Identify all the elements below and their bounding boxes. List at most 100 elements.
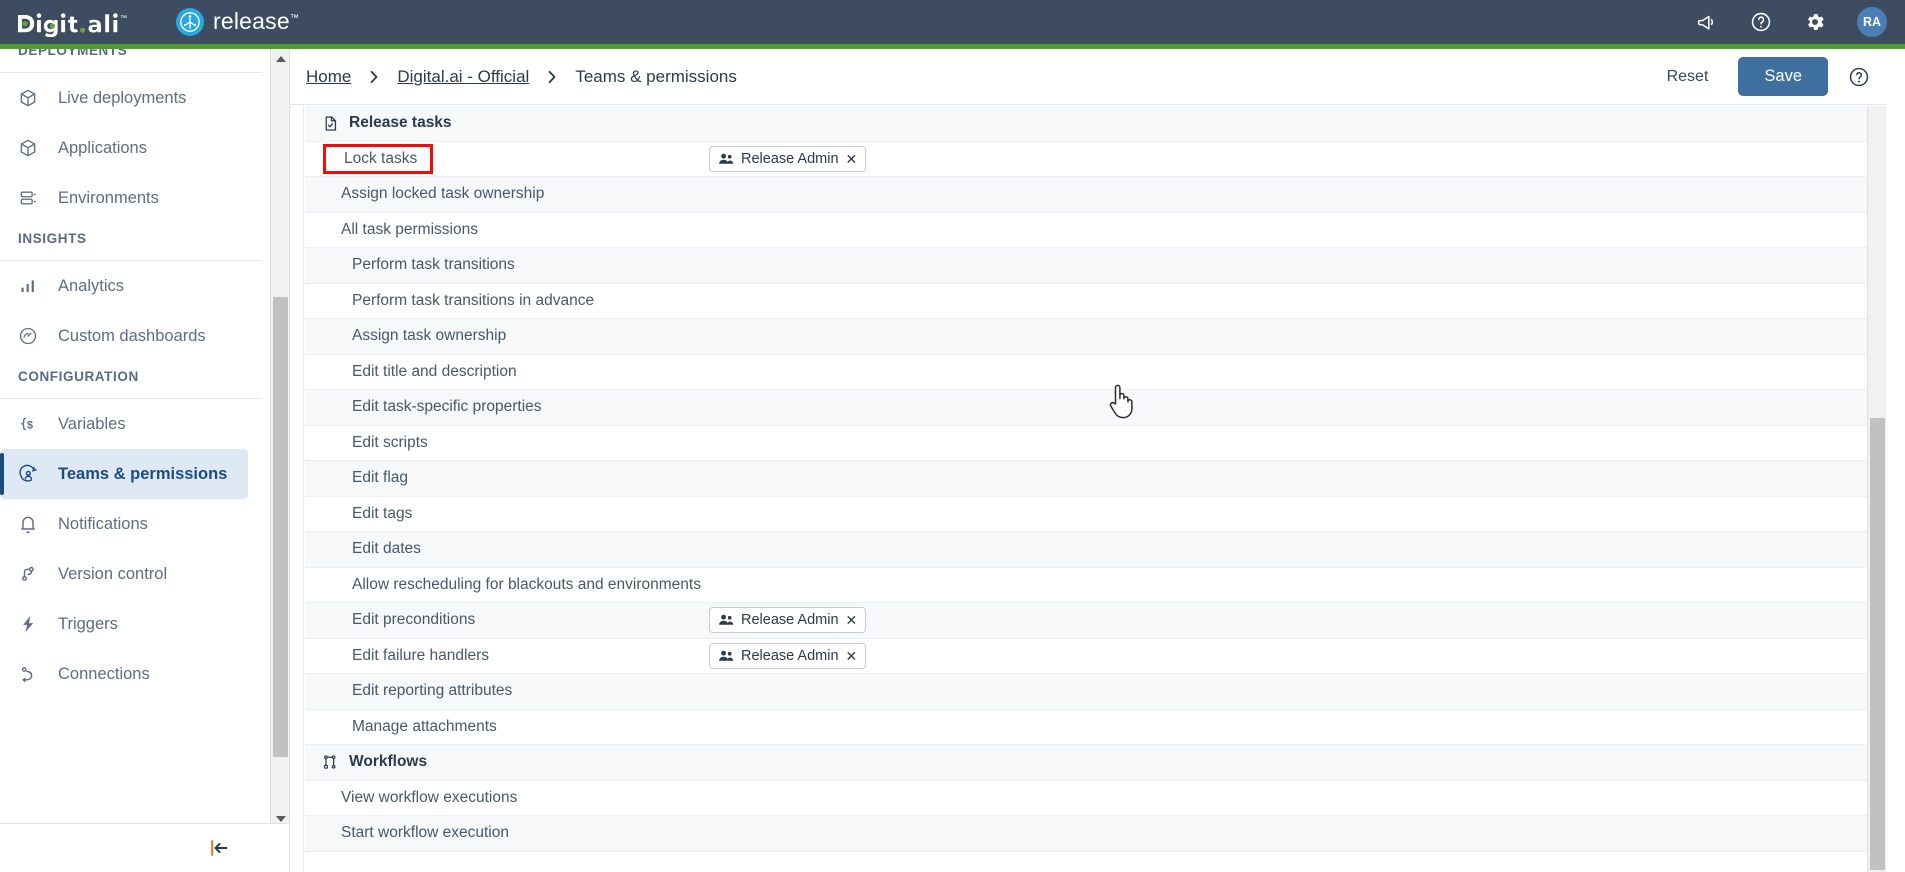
table-row[interactable]: Assign task ownership [305, 319, 1867, 355]
permission-label: Edit flag [352, 469, 409, 487]
highlight-box-lock-tasks[interactable]: Lock tasks [323, 144, 433, 174]
trademark-mark: ™ [289, 11, 300, 22]
sidebar-group-label-configuration: CONFIGURATION [18, 369, 139, 384]
table-row[interactable]: Assign locked task ownership [305, 177, 1867, 213]
permissions-panel: Release tasks Lock tasks Lock tasks [290, 106, 1886, 872]
sidebar-item-label: Teams & permissions [58, 464, 228, 483]
help-circle-icon[interactable] [1848, 66, 1870, 88]
sidebar-item-label: Analytics [58, 276, 125, 295]
team-permissions-icon [18, 464, 44, 484]
permission-group-label: Workflows [349, 753, 428, 771]
sidebar-item-label: Environments [58, 188, 159, 207]
table-row[interactable]: Allow rescheduling for blackouts and env… [305, 567, 1867, 603]
team-chip[interactable]: Release Admin ✕ [709, 145, 867, 172]
permission-label: Edit title and description [352, 362, 517, 380]
users-icon [718, 613, 734, 627]
table-row[interactable]: Edit dates [305, 532, 1867, 568]
permission-label: All task permissions [341, 220, 478, 238]
sidebar: DEPLOYMENTS Live deployments Application… [0, 49, 290, 872]
sidebar-item-label: Live deployments [58, 88, 187, 107]
sidebar-item-label: Triggers [58, 614, 118, 633]
close-icon[interactable]: ✕ [846, 152, 858, 166]
svg-text:™: ™ [120, 15, 127, 22]
breadcrumb-home[interactable]: Home [306, 67, 351, 87]
users-icon [718, 649, 734, 663]
permission-label: Edit reporting attributes [352, 682, 513, 700]
help-icon[interactable] [1749, 10, 1773, 34]
sidebar-item-applications[interactable]: Applications [0, 123, 248, 173]
permission-label: Perform task transitions [352, 256, 515, 274]
collapse-sidebar-icon[interactable] [207, 837, 231, 859]
permission-teams: Release Admin ✕ [709, 607, 867, 634]
table-row[interactable]: View workflow executions [305, 780, 1867, 816]
sidebar-item-version-control[interactable]: Version control [0, 549, 248, 599]
permission-label: Start workflow execution [341, 824, 509, 842]
table-row[interactable]: Lock tasks Lock tasks [305, 141, 1867, 177]
permission-label: Edit task-specific properties [352, 398, 542, 416]
page-actions: Reset Save [1657, 57, 1886, 96]
table-row[interactable]: Edit task-specific properties [305, 390, 1867, 426]
reset-button[interactable]: Reset [1657, 62, 1719, 92]
sidebar-scrollbar[interactable] [270, 49, 289, 828]
package-icon [18, 88, 44, 108]
sidebar-item-teams-permissions[interactable]: Teams & permissions [0, 449, 248, 499]
announcements-icon[interactable] [1695, 10, 1719, 34]
permission-label: Assign task ownership [352, 327, 507, 345]
table-row[interactable]: Perform task transitions [305, 248, 1867, 284]
team-chip-label: Release Admin [741, 150, 839, 167]
sidebar-scroll-up-button[interactable] [271, 49, 289, 68]
table-row[interactable]: Edit flag [305, 461, 1867, 497]
sidebar-item-label: Applications [58, 138, 147, 157]
sidebar-item-custom-dashboards[interactable]: Custom dashboards [0, 311, 248, 361]
team-chip[interactable]: Release Admin ✕ [709, 607, 867, 634]
sidebar-item-label: Variables [58, 414, 126, 433]
main-scrollbar[interactable] [1867, 106, 1886, 872]
release-product-lockup[interactable]: release™ [176, 8, 299, 36]
permission-teams: Release Admin ✕ [709, 642, 867, 669]
sidebar-item-live-deployments[interactable]: Live deployments [0, 73, 248, 123]
close-icon[interactable]: ✕ [846, 649, 858, 663]
digitalai-logo[interactable]: ™ [16, 7, 156, 37]
sidebar-item-environments[interactable]: Environments [0, 173, 248, 223]
settings-gear-icon[interactable] [1803, 10, 1827, 34]
sidebar-scrollbar-thumb[interactable] [273, 297, 288, 757]
table-row[interactable]: Edit preconditions Release Admin ✕ [305, 603, 1867, 639]
table-row[interactable]: Edit failure handlers Release Admin ✕ [305, 638, 1867, 674]
table-row[interactable]: Perform task transitions in advance [305, 283, 1867, 319]
save-button[interactable]: Save [1738, 57, 1828, 96]
permission-label: Edit tags [352, 504, 413, 522]
package-icon [18, 138, 44, 158]
breadcrumb-project[interactable]: Digital.ai - Official [397, 67, 529, 87]
permission-label: Edit failure handlers [352, 646, 489, 664]
task-document-icon [319, 115, 341, 132]
sidebar-item-analytics[interactable]: Analytics [0, 261, 248, 311]
permission-label: Lock tasks [344, 150, 418, 167]
table-row[interactable]: Edit reporting attributes [305, 674, 1867, 710]
main-scrollbar-thumb[interactable] [1870, 418, 1885, 870]
permission-label: Allow rescheduling for blackouts and env… [352, 575, 701, 593]
table-row[interactable]: Edit scripts [305, 425, 1867, 461]
brand-lockup[interactable]: ™ release™ [0, 0, 299, 44]
table-row[interactable]: Start workflow execution [305, 816, 1867, 852]
chevron-right-icon [369, 70, 379, 84]
sidebar-item-variables[interactable]: $ Variables [0, 399, 248, 449]
sidebar-item-notifications[interactable]: Notifications [0, 499, 248, 549]
close-icon[interactable]: ✕ [846, 613, 858, 627]
avatar[interactable]: RA [1857, 7, 1887, 37]
table-row[interactable]: Edit tags [305, 496, 1867, 532]
team-chip[interactable]: Release Admin ✕ [709, 642, 867, 669]
breadcrumb-bar: Home Digital.ai - Official Teams & permi… [290, 49, 1886, 105]
top-navigation-bar: ™ release™ RA [0, 0, 1905, 44]
permissions-left-gutter [290, 106, 304, 872]
topbar-actions: RA [1695, 7, 1905, 37]
sidebar-item-triggers[interactable]: Triggers [0, 599, 248, 649]
table-row[interactable]: All task permissions [305, 212, 1867, 248]
table-row[interactable]: Edit title and description [305, 354, 1867, 390]
lightning-icon [18, 614, 44, 634]
table-row[interactable]: Manage attachments [305, 709, 1867, 745]
sidebar-footer [0, 823, 289, 872]
sidebar-item-label: Custom dashboards [58, 326, 206, 345]
team-chip-label: Release Admin [741, 612, 839, 629]
svg-text:$: $ [27, 420, 33, 432]
sidebar-item-connections[interactable]: Connections [0, 649, 248, 699]
